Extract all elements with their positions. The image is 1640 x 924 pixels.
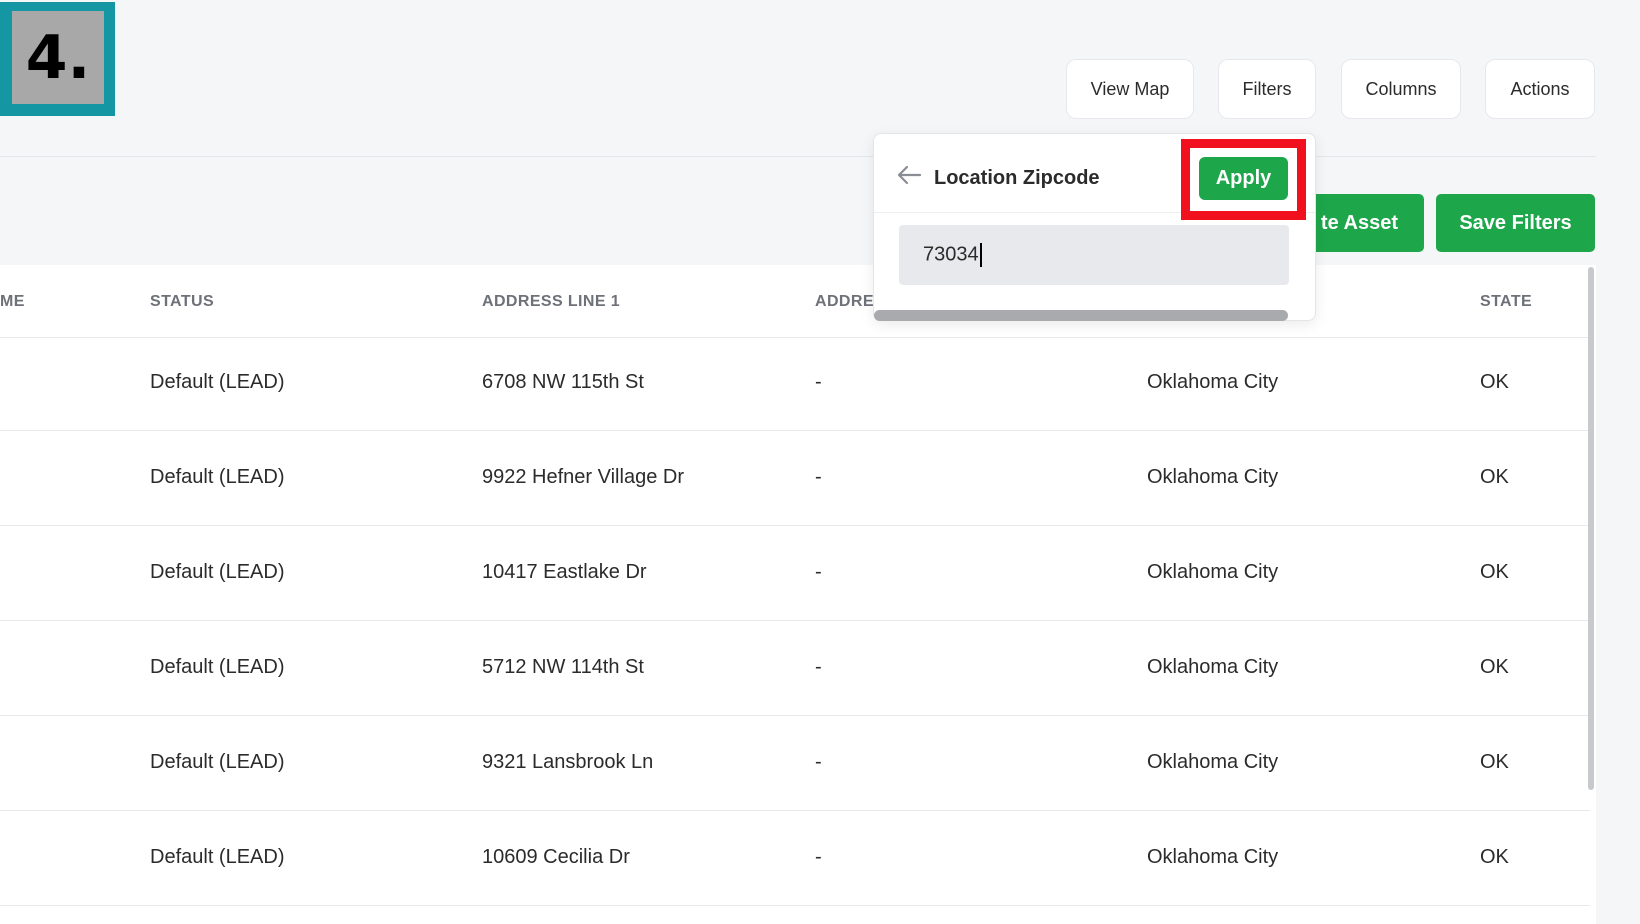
back-arrow-icon[interactable] xyxy=(896,164,922,186)
column-header-address-line-1[interactable]: ADDRESS LINE 1 xyxy=(482,293,620,311)
cell-status: Default (LEAD) xyxy=(150,656,285,678)
save-filters-button[interactable]: Save Filters xyxy=(1436,194,1595,252)
cell-status: Default (LEAD) xyxy=(150,561,285,583)
cell-city: Oklahoma City xyxy=(1147,371,1279,393)
cell-state: OK xyxy=(1480,846,1509,868)
cell-address-line-1: 10609 Cecilia Dr xyxy=(482,846,630,868)
cell-state: OK xyxy=(1480,656,1509,678)
text-cursor xyxy=(979,243,982,267)
cell-city: Oklahoma City xyxy=(1147,561,1279,583)
cell-address-line-2: - xyxy=(815,656,822,678)
cell-address-line-2: - xyxy=(815,466,822,488)
cell-address-line-2: - xyxy=(815,846,822,868)
cell-state: OK xyxy=(1480,466,1509,488)
cell-state: OK xyxy=(1480,371,1509,393)
actions-button[interactable]: Actions xyxy=(1485,59,1595,119)
table-row[interactable]: Default (LEAD) 9922 Hefner Village Dr - … xyxy=(0,432,1590,526)
cell-address-line-1: 9922 Hefner Village Dr xyxy=(482,466,684,488)
table-row[interactable]: Default (LEAD) 5712 NW 114th St - Oklaho… xyxy=(0,622,1590,716)
column-header-state[interactable]: STATE xyxy=(1480,293,1532,311)
step-number-label: 4. xyxy=(12,11,104,104)
zipcode-input-value: 73034 xyxy=(923,243,979,266)
cell-city: Oklahoma City xyxy=(1147,656,1279,678)
table-vertical-scrollbar[interactable] xyxy=(1588,267,1594,790)
apply-button[interactable]: Apply xyxy=(1199,157,1288,200)
cell-city: Oklahoma City xyxy=(1147,466,1279,488)
cell-city: Oklahoma City xyxy=(1147,846,1279,868)
cell-status: Default (LEAD) xyxy=(150,846,285,868)
cell-address-line-1: 6708 NW 115th St xyxy=(482,371,644,393)
cell-address-line-2: - xyxy=(815,561,822,583)
table-row[interactable]: Default (LEAD) 6708 NW 115th St - Oklaho… xyxy=(0,337,1590,431)
table-header: ME STATUS ADDRESS LINE 1 ADDRE STATE xyxy=(0,265,1590,338)
column-header-address-line-2[interactable]: ADDRE xyxy=(815,293,874,311)
cell-address-line-1: 9321 Lansbrook Ln xyxy=(482,751,654,773)
step-number-badge: 4. xyxy=(0,2,115,116)
column-header-status[interactable]: STATUS xyxy=(150,293,214,311)
columns-button[interactable]: Columns xyxy=(1341,59,1461,119)
filters-button[interactable]: Filters xyxy=(1218,59,1316,119)
view-map-button[interactable]: View Map xyxy=(1066,59,1194,119)
table-row[interactable]: Default (LEAD) 10609 Cecilia Dr - Oklaho… xyxy=(0,812,1590,906)
zipcode-input[interactable]: 73034 xyxy=(899,225,1289,285)
cell-status: Default (LEAD) xyxy=(150,371,285,393)
cell-city: Oklahoma City xyxy=(1147,751,1279,773)
popup-horizontal-scrollbar[interactable] xyxy=(874,310,1288,321)
cell-address-line-1: 5712 NW 114th St xyxy=(482,656,644,678)
filter-popup-title: Location Zipcode xyxy=(934,167,1100,189)
cell-state: OK xyxy=(1480,751,1509,773)
cell-address-line-1: 10417 Eastlake Dr xyxy=(482,561,647,583)
cell-status: Default (LEAD) xyxy=(150,466,285,488)
cell-state: OK xyxy=(1480,561,1509,583)
column-header-name[interactable]: ME xyxy=(0,293,25,311)
table-row[interactable]: Default (LEAD) 9321 Lansbrook Ln - Oklah… xyxy=(0,717,1590,811)
cell-address-line-2: - xyxy=(815,371,822,393)
table-row[interactable]: Default (LEAD) 10417 Eastlake Dr - Oklah… xyxy=(0,527,1590,621)
assets-table: ME STATUS ADDRESS LINE 1 ADDRE STATE Def… xyxy=(0,265,1596,924)
cell-address-line-2: - xyxy=(815,751,822,773)
cell-status: Default (LEAD) xyxy=(150,751,285,773)
